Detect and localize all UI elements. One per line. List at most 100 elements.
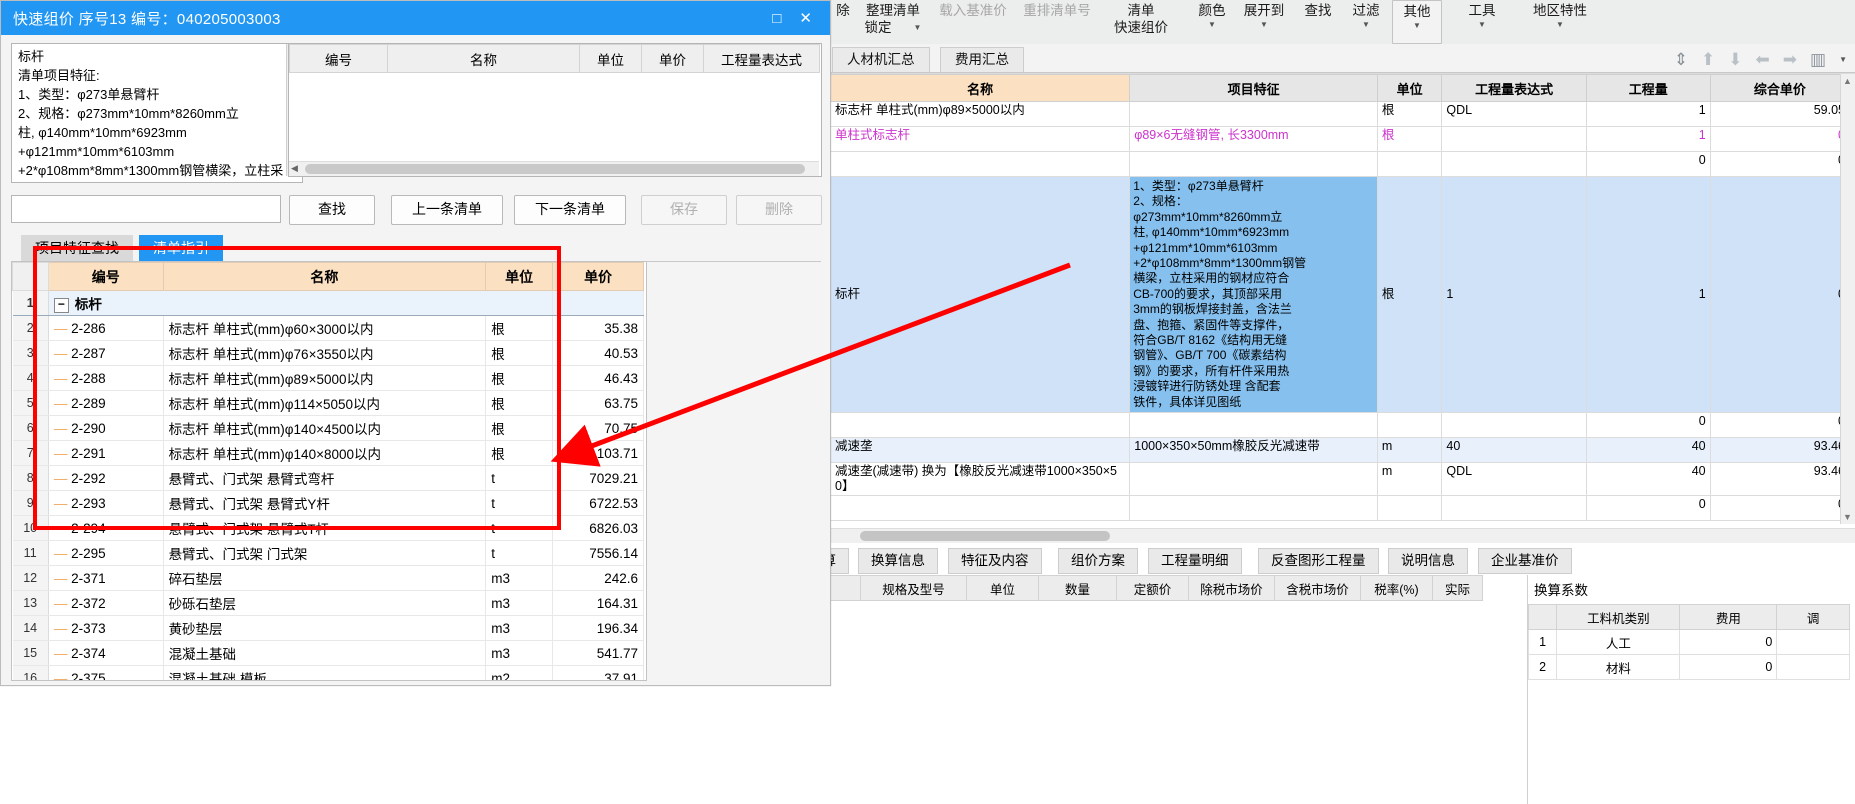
chevron-down-icon[interactable]: ▼	[1413, 21, 1421, 31]
arrow-left-icon[interactable]: ⬅	[1756, 51, 1770, 68]
col-header-quantity[interactable]: 数量	[1038, 575, 1117, 601]
tab-pricing-scheme[interactable]: 组价方案	[1058, 548, 1138, 574]
tab-enterprise-base-price[interactable]: 企业基准价	[1478, 548, 1572, 574]
chevron-down-icon[interactable]: ▼	[1556, 20, 1564, 30]
maximize-icon[interactable]: □	[772, 10, 781, 27]
list-item[interactable]: 2 — 2-286 标志杆 单柱式(mm)φ60×3000以内 根 35.38	[12, 315, 644, 341]
col-header-expression[interactable]: 工程量表达式	[1441, 74, 1587, 102]
chevron-down-icon[interactable]: ▼	[1260, 20, 1268, 30]
tab-labor-material-machine-summary[interactable]: 人材机汇总	[832, 47, 930, 72]
arrow-up-icon[interactable]: ⬆	[1701, 51, 1715, 68]
col-header-unit-price[interactable]: 单价	[552, 262, 644, 291]
ribbon-item-find[interactable]: 查找	[1296, 0, 1340, 46]
chevron-down-icon[interactable]: ▼	[914, 23, 922, 33]
col-header-unit[interactable]: 单位	[966, 575, 1039, 601]
table-row[interactable]: 减速垄 1000×350×50mm橡胶反光减速带 m 40 40 93.46	[829, 437, 1851, 464]
table-row-selected[interactable]: 标杆 1、类型：φ273单悬臂杆 2、规格： φ273mm*10mm*8260m…	[829, 175, 1851, 414]
arrow-right-icon[interactable]: ➡	[1783, 51, 1797, 68]
tab-feature-search[interactable]: 项目特征查找	[21, 235, 133, 261]
chevron-down-icon[interactable]: ▼	[1362, 20, 1370, 30]
col-header-feature[interactable]: 项目特征	[1129, 74, 1378, 102]
ribbon-item-delete[interactable]: 除	[830, 0, 856, 46]
col-header-quantity-expression[interactable]: 工程量表达式	[703, 44, 820, 73]
delete-button[interactable]: 删除	[736, 195, 822, 225]
list-item[interactable]: 11 — 2-295 悬臂式、门式架 门式架 t 7556.14	[12, 540, 644, 566]
chevron-down-icon[interactable]: ▼	[1839, 55, 1847, 65]
scroll-up-icon[interactable]: ▲	[1843, 76, 1852, 86]
list-item[interactable]: 4 — 2-288 标志杆 单柱式(mm)φ89×5000以内 根 46.43	[12, 365, 644, 391]
selected-items-grid[interactable]: 编号 名称 单位 单价 工程量表达式 ◀	[288, 43, 822, 177]
table-row[interactable]: 0 0	[829, 412, 1851, 439]
ribbon-item-other[interactable]: 其他 ▼	[1392, 0, 1442, 44]
col-header-ex-tax-market-price[interactable]: 除税市场价	[1188, 575, 1275, 601]
tab-quantity-detail[interactable]: 工程量明细	[1148, 548, 1242, 574]
list-item[interactable]: 7 — 2-291 标志杆 单柱式(mm)φ140×8000以内 根 103.7…	[12, 440, 644, 466]
col-header-code[interactable]: 编号	[47, 262, 164, 291]
scroll-left-icon[interactable]: ◀	[291, 163, 298, 174]
col-header-unit[interactable]: 单位	[1376, 74, 1443, 102]
tab-list-guide[interactable]: 清单指引	[139, 235, 223, 261]
col-header-unit[interactable]: 单位	[579, 44, 642, 73]
list-item[interactable]: 5 — 2-289 标志杆 单柱式(mm)φ114×5050以内 根 63.75	[12, 390, 644, 416]
table-row[interactable]: 2 材料 0	[1527, 654, 1850, 680]
ribbon-item-renumber-list[interactable]: 重排清单号	[1016, 0, 1098, 46]
vertical-scrollbar[interactable]: ▲ ▼	[1840, 74, 1855, 524]
col-header-tax-rate[interactable]: 税率(%)	[1360, 575, 1433, 601]
col-header-spec-model[interactable]: 规格及型号	[860, 575, 967, 601]
save-button[interactable]: 保存	[641, 195, 727, 225]
list-item[interactable]: 6 — 2-290 标志杆 单柱式(mm)φ140×4500以内 根 70.75	[12, 415, 644, 441]
tab-description-info[interactable]: 说明信息	[1388, 548, 1468, 574]
col-header-incl-tax-market-price[interactable]: 含税市场价	[1274, 575, 1361, 601]
quantity-list-grid[interactable]: 名称 项目特征 单位 工程量表达式 工程量 综合单价 标志杆 单柱式(mm)φ8…	[829, 73, 1855, 524]
ribbon-item-filter[interactable]: 过滤 ▼	[1344, 0, 1388, 46]
ribbon-item-color[interactable]: 颜色 ▼	[1190, 0, 1234, 46]
find-button[interactable]: 查找	[289, 195, 375, 225]
col-header-actual[interactable]: 实际	[1432, 575, 1483, 601]
col-header-resource-type[interactable]: 工料机类别	[1556, 604, 1681, 630]
table-row[interactable]: 减速垄(减速带) 换为【橡胶反光减速带1000×350×50】 m QDL 40…	[829, 462, 1851, 497]
ribbon-item-tools[interactable]: 工具 ▼	[1456, 0, 1508, 46]
tab-feature-and-content[interactable]: 特征及内容	[948, 548, 1042, 574]
list-item[interactable]: 16 — 2-375 混凝土基础 模板 m2 37.91	[12, 665, 644, 680]
next-list-button[interactable]: 下一条清单	[514, 195, 626, 225]
horizontal-scrollbar[interactable]: ◀	[289, 161, 819, 176]
col-header-name[interactable]: 名称	[162, 262, 487, 291]
previous-list-button[interactable]: 上一条清单	[391, 195, 503, 225]
ribbon-item-load-base-price[interactable]: 载入基准价	[933, 0, 1013, 46]
list-guide-grid[interactable]: 编号 名称 单位 单价 1 − 标杆 2 — 2-286 标志杆 单柱式(mm)…	[11, 261, 647, 681]
scrollbar-thumb[interactable]	[305, 164, 805, 174]
col-header-quota-price[interactable]: 定额价	[1116, 575, 1189, 601]
collapse-icon[interactable]: −	[53, 297, 69, 313]
list-item[interactable]: 3 — 2-287 标志杆 单柱式(mm)φ76×3550以内 根 40.53	[12, 340, 644, 366]
chevron-down-icon[interactable]: ▼	[1478, 20, 1486, 30]
feature-text-area[interactable]: 标杆 清单项目特征: 1、类型：φ273单悬臂杆 2、规格：φ273mm*10m…	[11, 43, 303, 183]
col-header-fee[interactable]: 费用	[1679, 604, 1778, 630]
table-row[interactable]: 1 人工 0	[1527, 629, 1850, 655]
list-item[interactable]: 15 — 2-374 混凝土基础 m3 541.77	[12, 640, 644, 666]
ribbon-item-region-features[interactable]: 地区特性 ▼	[1524, 0, 1596, 46]
table-row[interactable]: 0 0	[829, 495, 1851, 522]
list-item[interactable]: 10 — 2-294 悬臂式、门式架 悬臂式T杆 t 6826.03	[12, 515, 644, 541]
sort-icon[interactable]: ⇕	[1674, 51, 1688, 68]
tab-reverse-graphic-quantity[interactable]: 反查图形工程量	[1258, 548, 1379, 574]
chevron-down-icon[interactable]: ▼	[1208, 20, 1216, 30]
col-header-adjust[interactable]: 调	[1776, 604, 1850, 630]
ribbon-item-quick-pricing[interactable]: 清单 快速组价	[1106, 0, 1176, 46]
col-header-quantity[interactable]: 工程量	[1585, 74, 1711, 102]
col-header-unit-price[interactable]: 综合单价	[1709, 74, 1851, 102]
col-header-name[interactable]: 名称	[829, 74, 1131, 102]
horizontal-scrollbar[interactable]	[830, 528, 1855, 543]
list-item[interactable]: 12 — 2-371 碎石垫层 m3 242.6	[12, 565, 644, 591]
col-header-unit[interactable]: 单位	[485, 262, 554, 291]
arrow-down-icon[interactable]: ⬇	[1728, 51, 1742, 68]
list-item[interactable]: 9 — 2-293 悬臂式、门式架 悬臂式Y杆 t 6722.53	[12, 490, 644, 516]
scroll-down-icon[interactable]: ▼	[1843, 512, 1852, 522]
list-item[interactable]: 8 — 2-292 悬臂式、门式架 悬臂式弯杆 t 7029.21	[12, 465, 644, 491]
ribbon-item-expand-to[interactable]: 展开到 ▼	[1236, 0, 1292, 46]
col-header-name[interactable]: 名称	[387, 44, 580, 73]
search-input[interactable]	[11, 195, 281, 223]
dialog-title-bar[interactable]: 快速组价 序号13 编号：040205003003 □ ✕	[1, 1, 830, 35]
table-row[interactable]: 标志杆 单柱式(mm)φ89×5000以内 根 QDL 1 59.05	[829, 101, 1851, 127]
close-icon[interactable]: ✕	[799, 9, 812, 27]
table-row[interactable]: 单柱式标志杆 φ89×6无缝钢管, 长3300mm 根 1 0	[829, 126, 1851, 152]
